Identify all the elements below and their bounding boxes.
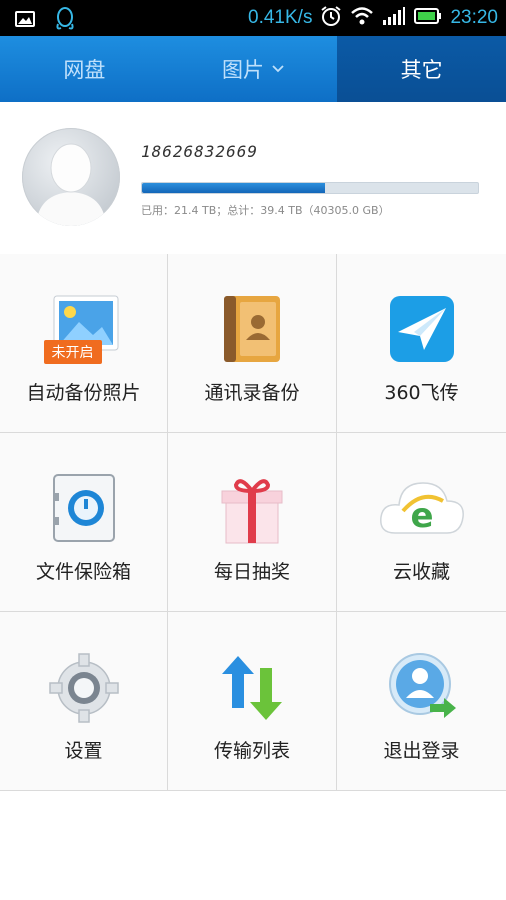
- feature-label: 设置: [64, 740, 103, 762]
- feature-label: 360飞传: [384, 382, 459, 404]
- account-panel: 18626832669 已用：21.4 TB；总计：39.4 TB（40305.…: [0, 102, 506, 255]
- storage-usage-text: 已用：21.4 TB；总计：39.4 TB（40305.0 GB）: [141, 204, 390, 217]
- top-tab-bar: 网盘 图片 其它: [0, 36, 506, 102]
- feature-label: 每日抽奖: [213, 561, 290, 583]
- gear-icon: [46, 650, 122, 726]
- feature-label: 文件保险箱: [35, 561, 131, 583]
- feature-360-transfer[interactable]: 360飞传: [337, 254, 506, 433]
- image-icon: [14, 9, 36, 33]
- account-phone: 18626832669: [141, 142, 258, 161]
- storage-usage-fill: [142, 183, 326, 193]
- signal-icon: [382, 6, 406, 30]
- gift-icon: [214, 471, 290, 547]
- status-bar: 0.41K/s 23:20: [0, 0, 506, 36]
- photo-backup-icon: 未开启: [43, 292, 122, 368]
- feature-transfer-list[interactable]: 传输列表: [168, 612, 337, 791]
- storage-usage-bar: [141, 182, 479, 194]
- transfer-arrows-icon: [214, 650, 290, 726]
- tab-photos[interactable]: 图片: [169, 36, 338, 102]
- feature-settings[interactable]: 设置: [0, 612, 168, 791]
- feature-label: 传输列表: [213, 740, 290, 762]
- battery-icon: [414, 7, 442, 29]
- logout-user-icon: [384, 650, 460, 726]
- paper-plane-icon: [384, 292, 460, 368]
- default-user-icon: [36, 143, 106, 226]
- feature-file-safe[interactable]: 文件保险箱: [0, 433, 168, 612]
- tab-label: 其它: [400, 58, 443, 82]
- safe-icon: [46, 471, 122, 547]
- qq-icon: [54, 6, 76, 36]
- avatar[interactable]: [22, 128, 120, 226]
- contacts-book-icon: [214, 292, 290, 368]
- feature-label: 自动备份照片: [26, 382, 141, 404]
- feature-label: 退出登录: [383, 740, 460, 762]
- wifi-icon: [350, 6, 374, 30]
- feature-contacts-backup[interactable]: 通讯录备份: [168, 254, 337, 433]
- chevron-down-icon: [272, 62, 284, 77]
- feature-cloud-favorites[interactable]: e 云收藏: [337, 433, 506, 612]
- feature-daily-lottery[interactable]: 每日抽奖: [168, 433, 337, 612]
- tab-other[interactable]: 其它: [337, 36, 506, 102]
- network-speed: 0.41K/s: [248, 7, 313, 28]
- clock: 23:20: [450, 7, 498, 28]
- cloud-ie-icon: e: [377, 471, 467, 547]
- status-badge: 未开启: [43, 340, 102, 364]
- feature-label: 通讯录备份: [204, 382, 300, 404]
- alarm-icon: [320, 5, 342, 31]
- tab-netdisk[interactable]: 网盘: [0, 36, 169, 102]
- feature-auto-backup-photos[interactable]: 未开启 自动备份照片: [0, 254, 168, 433]
- feature-grid: 未开启 自动备份照片 通讯录备份 360飞传 文件保险箱 每日抽奖 e 云收藏 …: [0, 254, 506, 791]
- feature-label: 云收藏: [392, 561, 450, 583]
- feature-logout[interactable]: 退出登录: [337, 612, 506, 791]
- tab-label: 图片: [222, 58, 264, 82]
- tab-label: 网盘: [63, 58, 106, 82]
